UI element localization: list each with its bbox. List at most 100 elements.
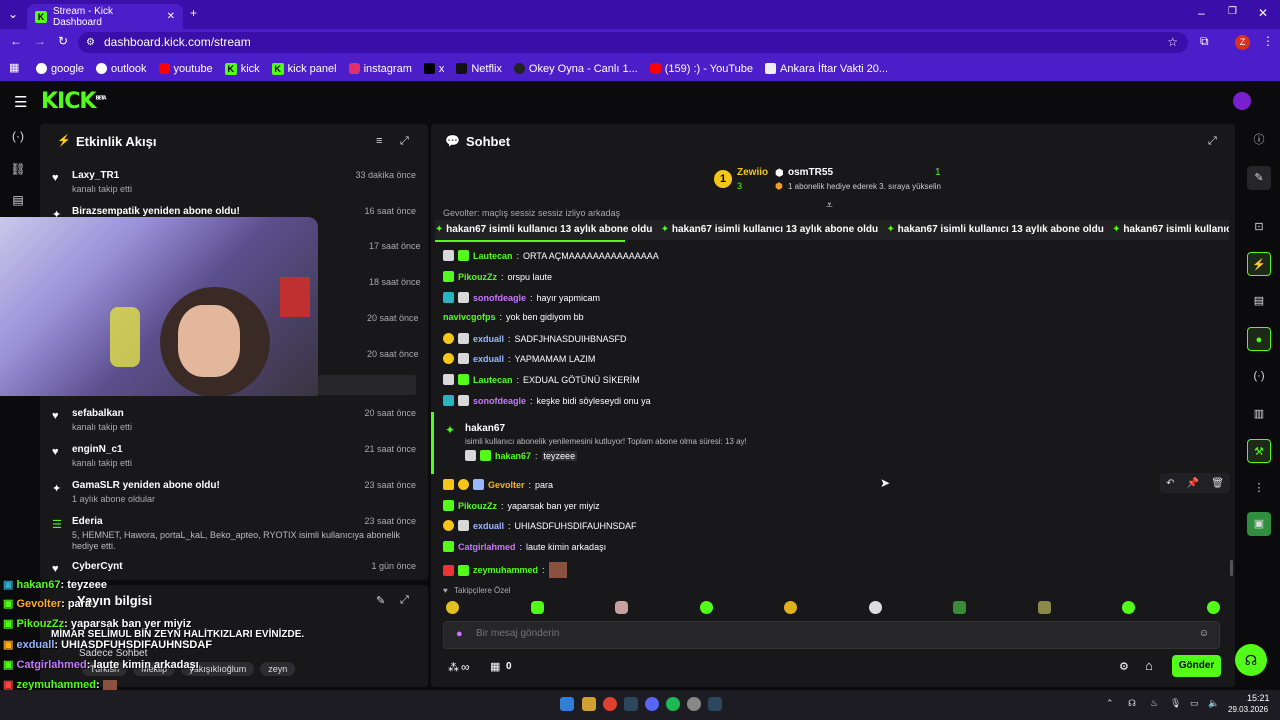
help-button[interactable]: ☊ <box>1235 644 1267 676</box>
game-icon[interactable]: ▣ <box>1247 512 1271 536</box>
discord-icon[interactable] <box>645 697 659 711</box>
filter-icon[interactable]: ≡ <box>376 135 382 147</box>
site-info-icon[interactable]: ⚙ <box>86 32 95 53</box>
chat-panel-icon[interactable]: ● <box>1247 327 1271 351</box>
browser-tab[interactable]: K Stream - Kick Dashboard ✕ <box>27 4 183 29</box>
hamburger-menu-icon[interactable]: ☰ <box>14 93 27 111</box>
chat-emote-icon[interactable]: ⌂ <box>1145 658 1153 673</box>
emoji-icon[interactable]: ☺ <box>1199 628 1209 639</box>
expand-icon[interactable]: ⩡ <box>826 198 833 213</box>
bookmark-netflix[interactable]: Netflix <box>456 63 502 75</box>
close-tab-icon[interactable]: ✕ <box>167 11 175 22</box>
popout-icon[interactable]: ⤢ <box>1208 135 1217 148</box>
file-explorer-icon[interactable] <box>582 697 596 711</box>
tab-search-icon[interactable]: ⌄ <box>8 7 18 21</box>
volume-icon[interactable]: 🔈 <box>1208 698 1219 709</box>
new-tab-icon[interactable]: + <box>190 6 197 20</box>
bookmark-star-icon[interactable]: ☆ <box>1167 32 1178 53</box>
emote[interactable] <box>1206 601 1220 614</box>
emote[interactable] <box>1122 601 1136 614</box>
chat-input-box[interactable]: ● ☺ <box>443 621 1220 649</box>
steam-icon[interactable] <box>708 697 722 711</box>
lightning-panel-icon[interactable]: ⚡ <box>1247 252 1271 276</box>
url-field[interactable]: ⚙ dashboard.kick.com/stream ☆ <box>78 32 1188 53</box>
kick-logo[interactable]: KICKBETA <box>41 89 107 114</box>
emote[interactable] <box>530 601 544 614</box>
gear-icon[interactable]: ⚙ <box>1119 660 1129 673</box>
close-window-icon[interactable]: ✕ <box>1258 6 1268 20</box>
profile-avatar[interactable]: Z <box>1235 35 1250 50</box>
kick-icon: K <box>271 62 284 75</box>
bookmark-kick[interactable]: Kkick <box>224 62 260 75</box>
pin-icon[interactable]: 📌 <box>1187 478 1199 489</box>
bookmark-kick-panel[interactable]: Kkick panel <box>271 62 337 75</box>
edit-icon[interactable]: ✎ <box>376 594 385 607</box>
emote[interactable] <box>953 601 967 614</box>
sub-notice-user[interactable]: hakan67 <box>465 423 505 434</box>
back-icon[interactable]: ← <box>10 34 22 48</box>
mic-tray-icon[interactable]: 🎙 <box>1170 698 1181 709</box>
chat-scrollbar[interactable] <box>1230 560 1233 576</box>
delete-icon[interactable]: 🗑 <box>1211 478 1224 489</box>
emote[interactable] <box>615 601 629 614</box>
browser-menu-icon[interactable]: ⋮ <box>1262 34 1274 48</box>
popout-icon[interactable]: ⤢ <box>400 135 409 148</box>
network-icon[interactable]: ▭ <box>1190 698 1199 709</box>
apps-grid-icon[interactable]: ▦ <box>9 61 19 74</box>
document-icon[interactable]: ▤ <box>1247 289 1271 313</box>
layers-icon[interactable]: ▥ <box>1247 402 1271 426</box>
bookmark-outlook[interactable]: outlook <box>96 63 147 75</box>
extensions-icon[interactable]: ⧉ <box>1200 34 1209 49</box>
bookmark-okey[interactable]: Okey Oyna - Canlı 1... <box>513 63 638 75</box>
bookmark-youtube-2[interactable]: (159) :) - YouTube <box>649 63 753 75</box>
minimize-icon[interactable]: – <box>1198 6 1205 20</box>
emote[interactable] <box>784 601 798 614</box>
info-icon[interactable]: ⓘ <box>1247 128 1271 152</box>
steam-icon[interactable] <box>624 697 638 711</box>
forward-icon[interactable]: → <box>34 34 46 48</box>
spotify-icon[interactable] <box>666 697 680 711</box>
clock-date[interactable]: 29.03.2026 <box>1228 705 1268 714</box>
chat-settings-icon[interactable]: ⁂ <box>448 661 459 674</box>
bookmark-google[interactable]: google <box>36 63 84 75</box>
emote[interactable] <box>699 601 713 614</box>
app-icon[interactable] <box>687 697 701 711</box>
wrench-icon[interactable]: ⚒ <box>1247 439 1271 463</box>
bookmark-iftar[interactable]: Ankara İftar Vakti 20... <box>765 63 888 75</box>
chat-bubble-icon: 💬 <box>445 134 460 148</box>
reply-icon[interactable]: ↶ <box>1166 478 1174 489</box>
activity-item: ♥ CyberCynt 1 gün önce <box>52 561 420 577</box>
bookmark-instagram[interactable]: instagram <box>348 63 412 75</box>
storage-icon[interactable]: ▦ <box>490 660 500 673</box>
broadcast-icon[interactable]: (·) <box>1247 364 1271 388</box>
mic-icon[interactable]: ● <box>456 628 463 640</box>
link-icon[interactable]: ⛓ <box>8 159 28 179</box>
scan-icon[interactable]: ⊡ <box>1247 215 1271 239</box>
emote[interactable] <box>868 601 882 614</box>
send-button[interactable]: Gönder <box>1172 655 1221 677</box>
popout-icon[interactable]: ⤢ <box>400 594 409 607</box>
pencil-icon[interactable]: ✎ <box>1247 166 1271 190</box>
windows-start-icon[interactable] <box>560 697 574 711</box>
chat-input[interactable] <box>476 628 1176 639</box>
maximize-icon[interactable]: ❐ <box>1228 6 1237 17</box>
live-broadcast-icon[interactable]: (·) <box>8 126 28 146</box>
bookmark-x[interactable]: x <box>423 63 444 75</box>
tray-chevron-icon[interactable]: ⌃ <box>1106 698 1114 709</box>
emote[interactable] <box>1037 601 1051 614</box>
steam-tray-icon[interactable]: ♨ <box>1150 698 1158 709</box>
headset-icon[interactable]: ☊ <box>1128 698 1136 709</box>
analytics-icon[interactable]: ▤ <box>8 190 28 210</box>
bookmark-youtube[interactable]: youtube <box>158 63 213 75</box>
more-icon[interactable]: ⋮ <box>1247 476 1271 500</box>
reload-icon[interactable]: ↻ <box>58 34 68 48</box>
leader-user-2[interactable]: osmTR55 <box>788 167 833 178</box>
leader-user[interactable]: Zewiio <box>737 167 768 178</box>
emote[interactable] <box>446 601 459 614</box>
clock-time[interactable]: 15:21 <box>1247 693 1270 703</box>
tag[interactable]: zeyn <box>260 662 296 676</box>
user-avatar[interactable] <box>1233 92 1251 110</box>
instagram-icon <box>348 63 360 74</box>
chrome-icon[interactable] <box>603 697 617 711</box>
activity-time: 1 gün önce <box>371 561 416 571</box>
